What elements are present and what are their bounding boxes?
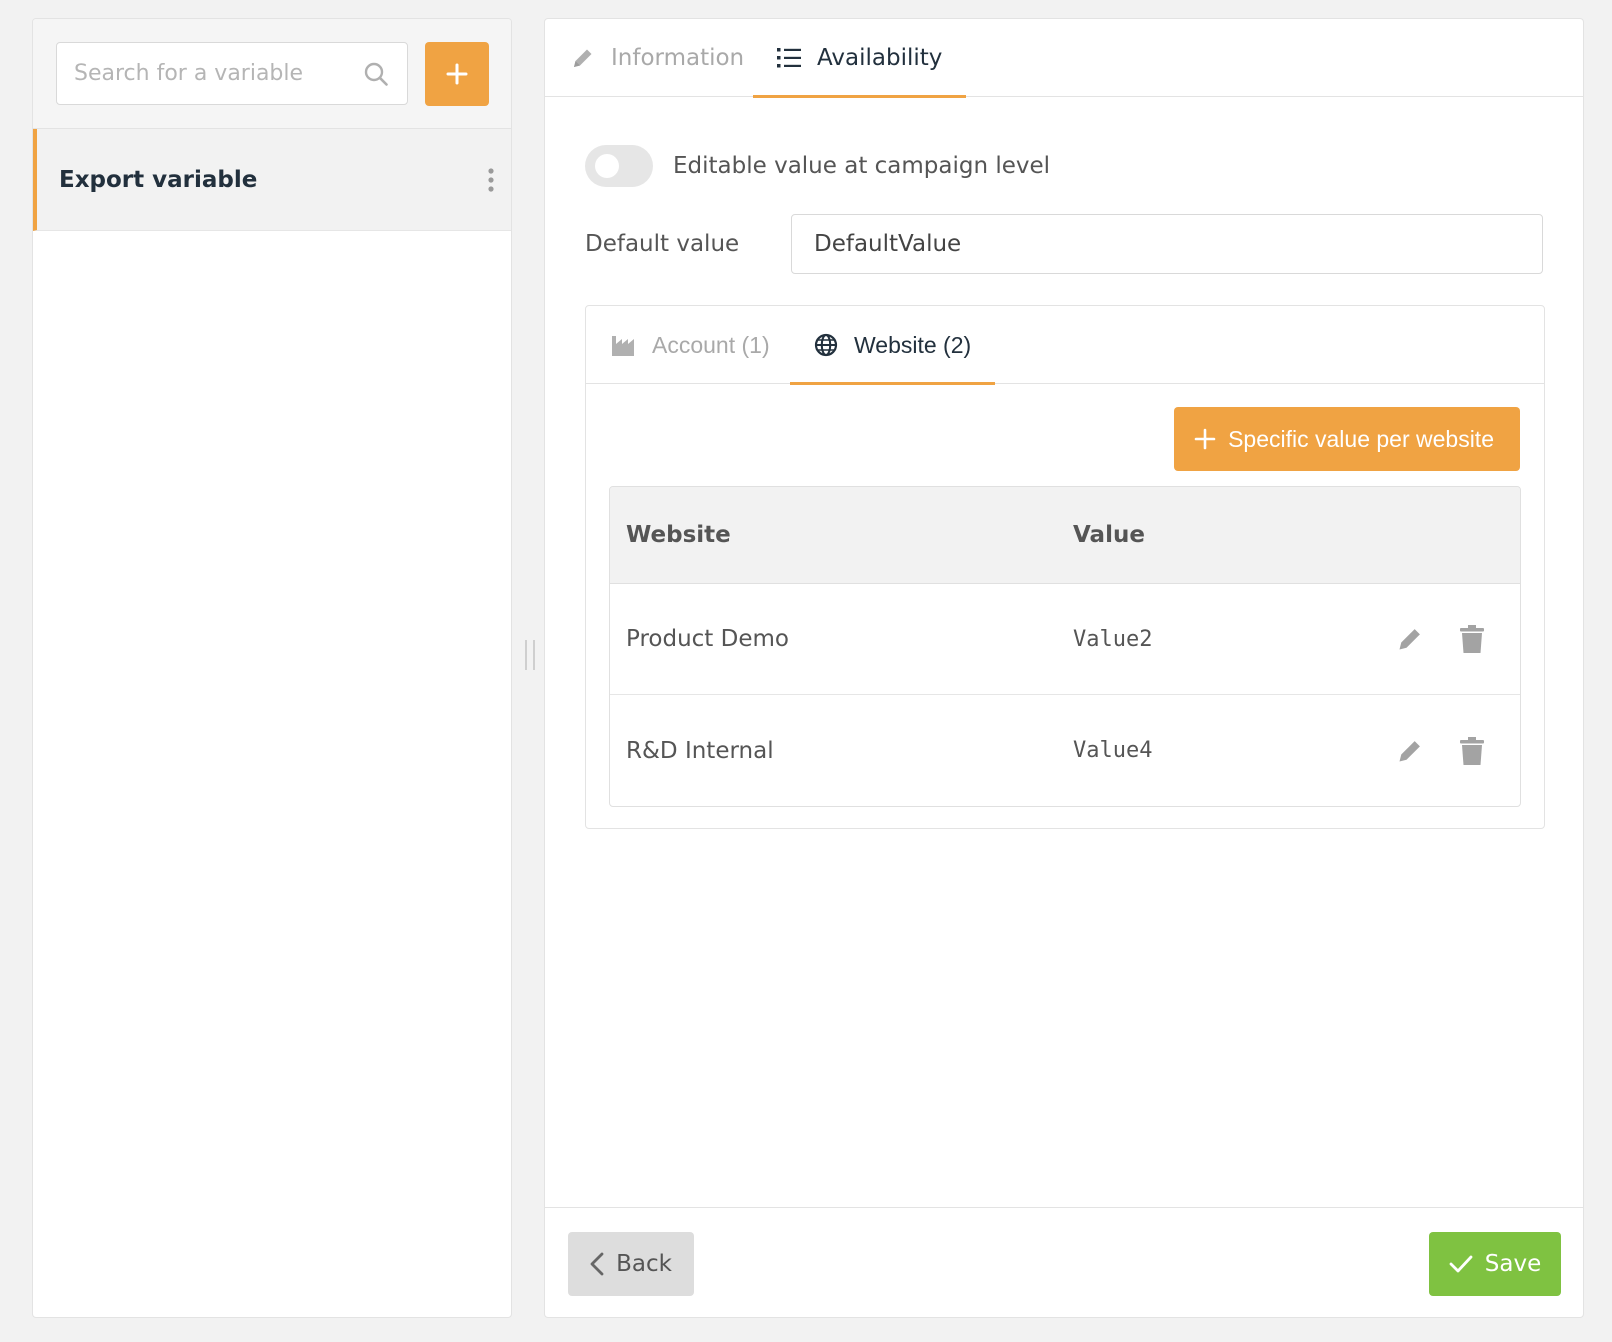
detail-footer: Back Save — [545, 1207, 1583, 1317]
pencil-icon — [571, 46, 595, 70]
toggle-knob — [595, 154, 619, 178]
editable-toggle-row: Editable value at campaign level — [585, 145, 1050, 187]
edit-pencil-icon[interactable] — [1394, 735, 1426, 767]
cell-website: Product Demo — [626, 626, 789, 652]
editable-toggle-label: Editable value at campaign level — [673, 153, 1051, 179]
cell-value: Value2 — [1073, 626, 1153, 652]
factory-icon — [612, 334, 636, 356]
row-actions — [1394, 623, 1520, 655]
scope-tabs: Account (1) Website (2) — [586, 306, 1544, 385]
back-button[interactable]: Back — [568, 1232, 694, 1296]
variable-detail-panel: Information Availability Editable value … — [544, 18, 1584, 1318]
column-header-website: Website — [626, 522, 731, 548]
list-icon — [777, 47, 801, 69]
chevron-left-icon — [590, 1252, 604, 1276]
variable-list-header — [33, 19, 511, 129]
back-button-label: Back — [616, 1251, 672, 1277]
save-button-label: Save — [1484, 1251, 1542, 1277]
add-specific-value-button[interactable]: Specific value per website — [1174, 407, 1520, 471]
scope-panel: Account (1) Website (2) Specific value p… — [585, 305, 1545, 829]
globe-icon — [814, 333, 838, 357]
tab-website[interactable]: Website (2) — [790, 306, 996, 385]
column-header-value: Value — [1073, 522, 1145, 548]
cell-value: Value4 — [1073, 738, 1153, 763]
tab-account-label: Account (1) — [652, 331, 770, 358]
tab-availability[interactable]: Availability — [753, 19, 967, 98]
tab-information-label: Information — [611, 45, 745, 71]
edit-pencil-icon[interactable] — [1394, 623, 1426, 655]
plus-icon — [446, 63, 468, 85]
checkmark-icon — [1449, 1254, 1473, 1274]
default-value-label: Default value — [585, 231, 740, 257]
variable-list-panel: Export variable — [32, 18, 512, 1318]
add-variable-button[interactable] — [425, 42, 489, 106]
editable-at-campaign-toggle[interactable] — [585, 145, 653, 187]
table-header: Website Value — [610, 487, 1520, 584]
tab-availability-label: Availability — [817, 45, 943, 71]
website-values-table: Website Value Product Demo Value2 R&D In… — [609, 486, 1521, 807]
kebab-menu-icon[interactable] — [487, 167, 495, 193]
panel-resize-handle[interactable] — [523, 640, 537, 670]
cell-website: R&D Internal — [626, 737, 774, 764]
tab-account[interactable]: Account (1) — [612, 306, 770, 384]
search-icon[interactable] — [363, 61, 389, 87]
table-row: R&D Internal Value4 — [610, 695, 1520, 806]
default-value-row: Default value — [585, 214, 1543, 274]
save-button[interactable]: Save — [1429, 1232, 1561, 1296]
variable-item-export-variable[interactable]: Export variable — [33, 129, 511, 231]
tab-website-label: Website (2) — [854, 331, 972, 358]
table-row: Product Demo Value2 — [610, 584, 1520, 695]
delete-trash-icon[interactable] — [1456, 735, 1488, 767]
search-input[interactable] — [74, 61, 363, 86]
variable-item-label: Export variable — [59, 166, 258, 193]
plus-icon — [1194, 428, 1216, 450]
default-value-input[interactable] — [791, 214, 1543, 274]
tab-information[interactable]: Information — [571, 19, 744, 97]
row-actions — [1394, 735, 1520, 767]
add-specific-value-label: Specific value per website — [1228, 425, 1494, 452]
detail-tabs: Information Availability — [545, 19, 1583, 98]
search-box[interactable] — [56, 42, 408, 105]
delete-trash-icon[interactable] — [1456, 623, 1488, 655]
